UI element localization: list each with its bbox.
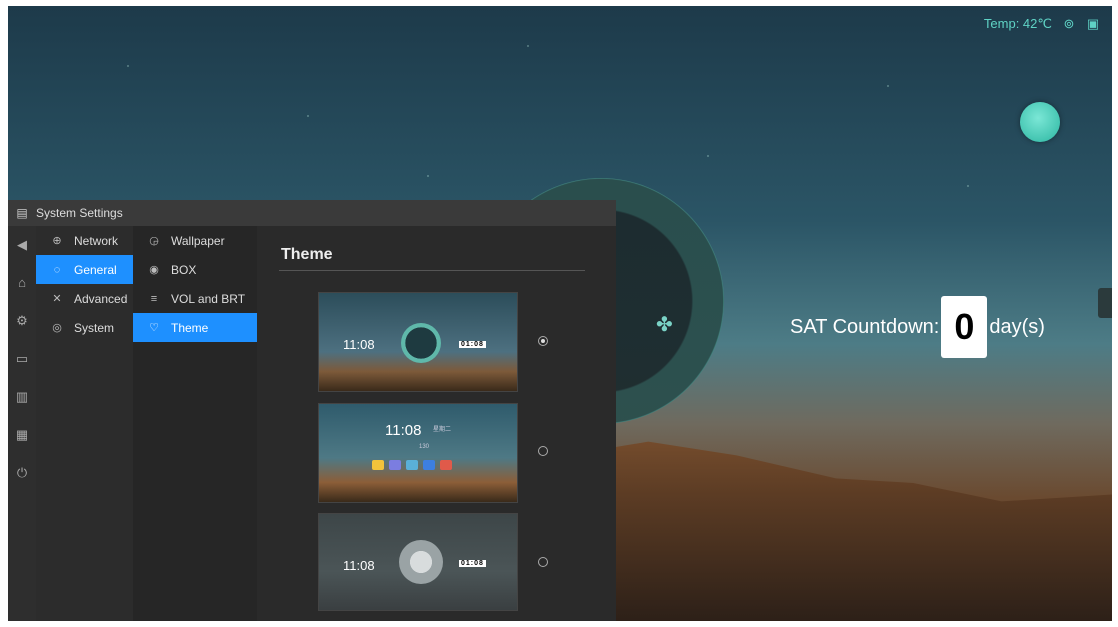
category-label: Network: [74, 233, 119, 248]
category-general[interactable]: ◌ General: [36, 255, 133, 284]
preview-clock-dial: [401, 323, 441, 363]
app-icon: [423, 460, 435, 470]
category-label: System: [74, 320, 115, 335]
input-source-icon[interactable]: ▥: [8, 378, 36, 416]
apps-icon[interactable]: ✤: [656, 312, 678, 336]
system-settings-window: ▤ System Settings ◀ ⌂ ⚙ ▭ ▥ ▦ ⏻ ⊕ Networ…: [8, 200, 616, 621]
display-icon[interactable]: ▣: [1086, 17, 1100, 31]
settings-titlebar: ▤ System Settings: [8, 200, 616, 226]
side-panel-tab[interactable]: [1098, 288, 1112, 318]
category-label: Advanced: [74, 291, 128, 306]
box-icon: ◉: [149, 264, 159, 276]
category-network[interactable]: ⊕ Network: [36, 226, 133, 255]
status-bar: Temp: 42℃ ⊚ ▣: [984, 16, 1100, 32]
countdown-unit: day(s): [989, 315, 1045, 338]
power-icon[interactable]: ⏻: [8, 454, 36, 492]
palette-icon: ◌: [53, 263, 61, 276]
app-icon: [440, 460, 452, 470]
preview-app-dock: [372, 460, 452, 470]
title-divider: [279, 270, 585, 271]
globe-icon: ⊕: [52, 235, 62, 247]
preview-flip-counter: 01:08: [459, 560, 486, 567]
preview-note: 130: [419, 444, 430, 450]
theme-radio-3[interactable]: [538, 557, 548, 567]
category-system[interactable]: ◎ System: [36, 313, 133, 342]
subitem-box[interactable]: ◉ BOX: [133, 255, 257, 284]
theme-radio-1[interactable]: [538, 336, 548, 346]
preview-flip-counter: 01:08: [459, 341, 486, 348]
home-icon[interactable]: ⌂: [8, 264, 36, 302]
theme-option-1-preview[interactable]: 11:08 01:08: [318, 292, 518, 392]
settings-menu-icon[interactable]: ▤: [8, 206, 36, 220]
countdown-label: SAT Countdown:: [790, 315, 940, 338]
wireless-icon[interactable]: ⊚: [1062, 17, 1076, 31]
subitem-theme[interactable]: ♡ Theme: [133, 313, 257, 342]
info-icon: ◎: [52, 322, 62, 334]
general-subitems: ◶ Wallpaper ◉ BOX ≡ VOL and BRT ♡ Theme: [133, 226, 257, 621]
countdown-digit: 0: [941, 296, 988, 358]
subitem-label: BOX: [171, 262, 197, 277]
subitem-label: VOL and BRT: [171, 291, 246, 306]
settings-categories: ⊕ Network ◌ General ✕ Advanced ◎ System: [36, 226, 133, 621]
theme-option-2-preview[interactable]: 11:08 星期二 130: [318, 403, 518, 503]
subitem-wallpaper[interactable]: ◶ Wallpaper: [133, 226, 257, 255]
settings-gear-icon[interactable]: ⚙: [8, 302, 36, 340]
subitem-vol-brt[interactable]: ≡ VOL and BRT: [133, 284, 257, 313]
theme-radio-2[interactable]: [538, 446, 548, 456]
app-icon: [372, 460, 384, 470]
category-advanced[interactable]: ✕ Advanced: [36, 284, 133, 313]
settings-title: System Settings: [36, 206, 123, 220]
folder-icon[interactable]: ▭: [8, 340, 36, 378]
app-icon: [389, 460, 401, 470]
preview-clock: 11:08: [343, 337, 375, 352]
theme-panel: Theme 11:08 01:08 11:08 星期二 130 11:08 01…: [257, 226, 616, 621]
shirt-icon: ♡: [149, 322, 159, 334]
preview-clock: 11:08: [343, 558, 375, 573]
countdown-widget: SAT Countdown: 0 day(s): [790, 296, 1045, 358]
theme-option-3-preview[interactable]: 11:08 01:08: [318, 513, 518, 611]
category-label: General: [74, 262, 117, 277]
preview-clock-dial: [399, 540, 443, 584]
back-icon[interactable]: ◀: [8, 226, 36, 264]
app-icon: [406, 460, 418, 470]
temperature-readout: Temp: 42℃: [983, 16, 1052, 31]
sliders-icon: ≡: [150, 292, 158, 305]
subitem-label: Theme: [171, 320, 209, 335]
preview-weekday: 星期二: [433, 427, 452, 433]
side-toolbar: ◀ ⌂ ⚙ ▭ ▥ ▦ ⏻: [8, 226, 36, 621]
tools-icon: ✕: [52, 293, 62, 305]
subitem-label: Wallpaper: [171, 233, 225, 248]
screen-icon[interactable]: ▦: [8, 416, 36, 454]
picture-icon: ◶: [149, 235, 159, 247]
floating-menu-ball[interactable]: [1020, 102, 1060, 142]
preview-clock: 11:08: [385, 422, 422, 439]
content-title: Theme: [281, 246, 333, 263]
